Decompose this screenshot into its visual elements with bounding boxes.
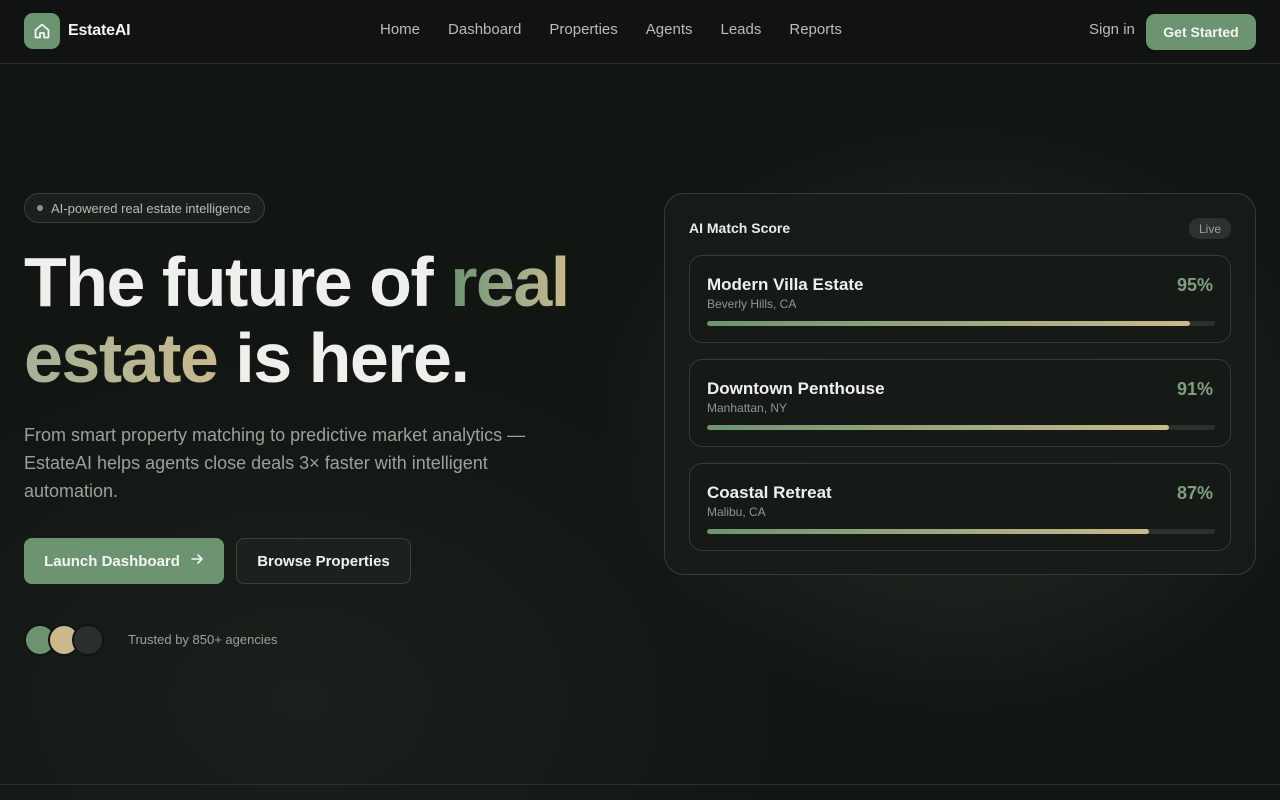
headline-highlight-1: real — [450, 243, 570, 321]
browse-properties-button[interactable]: Browse Properties — [236, 538, 411, 584]
score-bar — [707, 321, 1215, 326]
nav-link-reports[interactable]: Reports — [789, 21, 842, 38]
nav-link-home[interactable]: Home — [380, 21, 420, 38]
score-bar-fill — [707, 529, 1149, 534]
match-item[interactable]: Downtown Penthouse Manhattan, NY 91% — [689, 359, 1231, 447]
match-item[interactable]: Modern Villa Estate Beverly Hills, CA 95… — [689, 255, 1231, 343]
sign-in-link[interactable]: Sign in — [1089, 21, 1135, 38]
match-score: 91% — [1176, 379, 1213, 399]
nav-link-dashboard[interactable]: Dashboard — [448, 21, 521, 38]
live-badge: Live — [1188, 218, 1231, 239]
brand-logo[interactable]: EstateAI — [24, 13, 131, 49]
score-bar-fill — [707, 321, 1190, 326]
match-location: Beverly Hills, CA — [707, 297, 797, 311]
ai-match-card: AI Match Score Live Modern Villa Estate … — [664, 193, 1256, 575]
score-bar-fill — [707, 425, 1170, 430]
hero-subtitle: From smart property matching to predicti… — [24, 425, 526, 501]
match-location: Malibu, CA — [707, 505, 766, 519]
hero-badge: AI-powered real estate intelligence — [24, 193, 266, 223]
headline-part-2: is here. — [217, 319, 470, 397]
card-title: AI Match Score — [689, 220, 791, 236]
nav-link-properties[interactable]: Properties — [549, 21, 617, 38]
match-item[interactable]: Coastal Retreat Malibu, CA 87% — [689, 463, 1231, 551]
match-name: Coastal Retreat — [707, 483, 832, 502]
arrow-right-icon — [190, 552, 204, 570]
get-started-button[interactable]: Get Started — [1146, 14, 1256, 50]
headline-part-1: The future of — [24, 243, 451, 321]
match-location: Manhattan, NY — [707, 401, 788, 415]
nav-link-agents[interactable]: Agents — [646, 21, 693, 38]
headline-highlight-2: estate — [24, 319, 219, 397]
hero-badge-text: AI-powered real estate intelligence — [51, 200, 251, 216]
top-nav: EstateAI Home Dashboard Properties Agent… — [0, 0, 1280, 64]
nav-links: Home Dashboard Properties Agents Leads R… — [380, 21, 842, 38]
brand-name: EstateAI — [68, 22, 131, 39]
home-icon — [24, 13, 60, 49]
footer-divider — [0, 784, 1280, 785]
trusted-text: Trusted by 850+ agencies — [128, 632, 278, 647]
avatar-stack — [24, 624, 108, 656]
match-name: Downtown Penthouse — [707, 379, 885, 398]
score-bar — [707, 529, 1215, 534]
hero-headline: The future of real estate is here. — [24, 244, 624, 396]
nav-link-leads[interactable]: Leads — [720, 21, 761, 38]
match-score: 87% — [1176, 483, 1213, 503]
avatar — [72, 624, 104, 656]
launch-dashboard-label: Launch Dashboard — [44, 552, 180, 570]
dot-icon — [37, 205, 43, 211]
match-name: Modern Villa Estate — [707, 275, 864, 294]
score-bar — [707, 425, 1215, 430]
launch-dashboard-button[interactable]: Launch Dashboard — [24, 538, 224, 584]
match-score: 95% — [1176, 275, 1213, 295]
